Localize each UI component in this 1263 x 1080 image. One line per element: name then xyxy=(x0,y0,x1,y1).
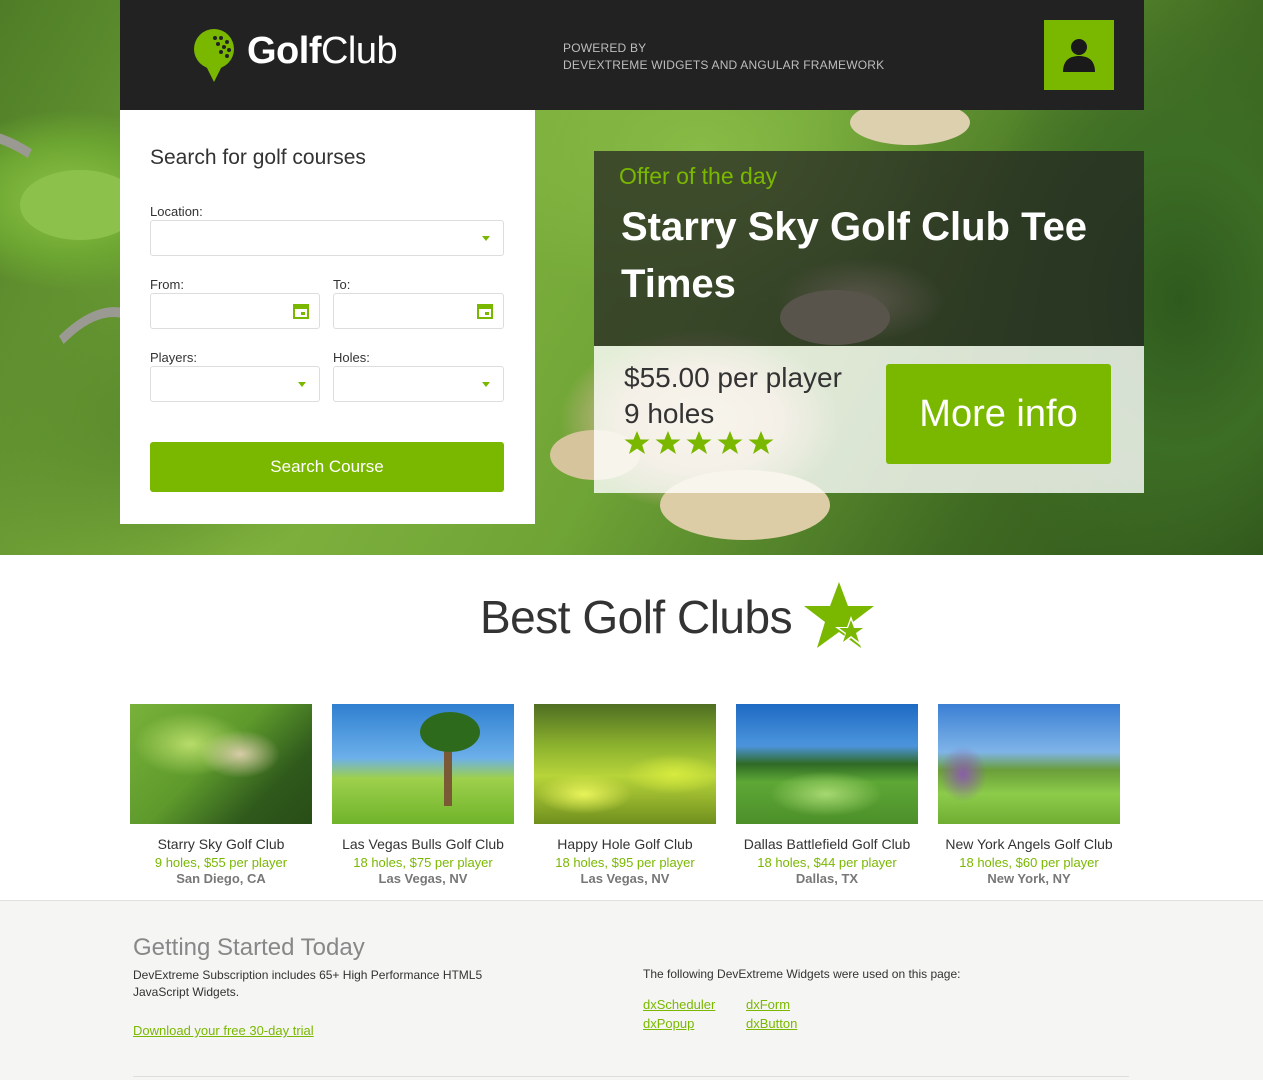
palm-tree-decoration xyxy=(420,712,480,752)
club-card[interactable]: Dallas Battlefield Golf Club 18 holes, $… xyxy=(736,704,918,886)
widgets-used-text: The following DevExtreme Widgets were us… xyxy=(643,967,961,981)
to-date-input[interactable] xyxy=(333,293,504,329)
logo-text-light: Club xyxy=(320,30,398,72)
from-label: From: xyxy=(150,277,184,292)
club-card[interactable]: Happy Hole Golf Club 18 holes, $95 per p… xyxy=(534,704,716,886)
club-location: Las Vegas, NV xyxy=(378,871,468,886)
club-price: 18 holes, $44 per player xyxy=(757,855,897,870)
widget-link-dxbutton[interactable]: dxButton xyxy=(746,1016,797,1031)
location-label: Location: xyxy=(150,204,203,219)
footer: Getting Started Today DevExtreme Subscri… xyxy=(0,900,1263,1080)
offer-details: $55.00 per player 9 holes More info xyxy=(594,346,1144,493)
star-icon xyxy=(686,431,712,454)
club-image xyxy=(130,704,312,824)
footer-divider xyxy=(133,1076,1129,1077)
golf-ball-pin-icon xyxy=(194,29,234,82)
star-icon xyxy=(655,431,681,454)
club-price: 18 holes, $60 per player xyxy=(959,855,1099,870)
players-select[interactable] xyxy=(150,366,320,402)
footer-description: DevExtreme Subscription includes 65+ Hig… xyxy=(133,968,483,999)
chevron-down-icon xyxy=(482,382,490,387)
powered-by-text: POWERED BY DEVEXTREME WIDGETS AND ANGULA… xyxy=(563,40,884,74)
offer-holes: 9 holes xyxy=(624,398,715,429)
club-name: Dallas Battlefield Golf Club xyxy=(743,836,911,852)
top-bar: GolfClub POWERED BY DEVEXTREME WIDGETS A… xyxy=(120,0,1144,110)
club-card[interactable]: Starry Sky Golf Club 9 holes, $55 per pl… xyxy=(130,704,312,886)
star-icon xyxy=(624,431,650,454)
logo-text: GolfClub xyxy=(247,30,398,73)
chevron-down-icon xyxy=(482,236,490,241)
star-badge-icon xyxy=(804,582,874,648)
logo-text-bold: Golf xyxy=(247,30,321,72)
user-icon xyxy=(1063,39,1095,72)
club-location: New York, NY xyxy=(987,871,1071,886)
club-image xyxy=(534,704,716,824)
more-info-button[interactable]: More info xyxy=(886,364,1111,464)
offer-title: Starry Sky Golf Club Tee Times xyxy=(621,205,1088,306)
offer-rating xyxy=(624,430,774,456)
holes-label: Holes: xyxy=(333,350,370,365)
best-clubs-title: Best Golf Clubs xyxy=(480,591,793,643)
golfclub-logo[interactable]: GolfClub xyxy=(193,28,403,84)
location-select[interactable] xyxy=(150,220,504,256)
widget-link-dxscheduler[interactable]: dxScheduler xyxy=(643,997,715,1012)
club-price: 18 holes, $75 per player xyxy=(353,855,493,870)
widget-link-dxform[interactable]: dxForm xyxy=(746,997,790,1012)
star-icon xyxy=(748,431,774,454)
offer-header: Offer of the day Starry Sky Golf Club Te… xyxy=(594,151,1144,346)
star-icon xyxy=(717,431,743,454)
club-price: 9 holes, $55 per player xyxy=(154,855,288,870)
search-course-button[interactable]: Search Course xyxy=(150,442,504,492)
players-label: Players: xyxy=(150,350,197,365)
club-location: Dallas, TX xyxy=(795,871,859,886)
club-location: Las Vegas, NV xyxy=(580,871,670,886)
search-title: Search for golf courses xyxy=(150,146,366,169)
offer-price: $55.00 per player xyxy=(624,362,842,393)
club-card[interactable]: Las Vegas Bulls Golf Club 18 holes, $75 … xyxy=(332,704,514,886)
club-image xyxy=(736,704,918,824)
download-trial-link[interactable]: Download your free 30-day trial xyxy=(133,1023,314,1038)
user-account-button[interactable] xyxy=(1044,20,1114,90)
club-card[interactable]: New York Angels Golf Club 18 holes, $60 … xyxy=(938,704,1120,886)
club-name: Starry Sky Golf Club xyxy=(157,836,285,852)
club-price: 18 holes, $95 per player xyxy=(555,855,695,870)
club-image xyxy=(332,704,514,824)
offer-label: Offer of the day xyxy=(619,163,778,189)
holes-select[interactable] xyxy=(333,366,504,402)
calendar-icon[interactable] xyxy=(293,303,309,319)
club-name: Happy Hole Golf Club xyxy=(557,836,693,852)
calendar-icon[interactable] xyxy=(477,303,493,319)
chevron-down-icon xyxy=(298,382,306,387)
search-panel: Search for golf courses Location: From: … xyxy=(120,110,535,524)
powered-by-line2: DEVEXTREME WIDGETS AND ANGULAR FRAMEWORK xyxy=(563,58,885,72)
footer-title: Getting Started Today xyxy=(133,934,365,961)
from-date-input[interactable] xyxy=(150,293,320,329)
club-location: San Diego, CA xyxy=(176,871,266,886)
club-image xyxy=(938,704,1120,824)
widget-link-dxpopup[interactable]: dxPopup xyxy=(643,1016,694,1031)
club-name: New York Angels Golf Club xyxy=(945,836,1113,852)
to-label: To: xyxy=(333,277,351,292)
powered-by-line1: POWERED BY xyxy=(563,41,647,55)
club-name: Las Vegas Bulls Golf Club xyxy=(342,836,504,852)
